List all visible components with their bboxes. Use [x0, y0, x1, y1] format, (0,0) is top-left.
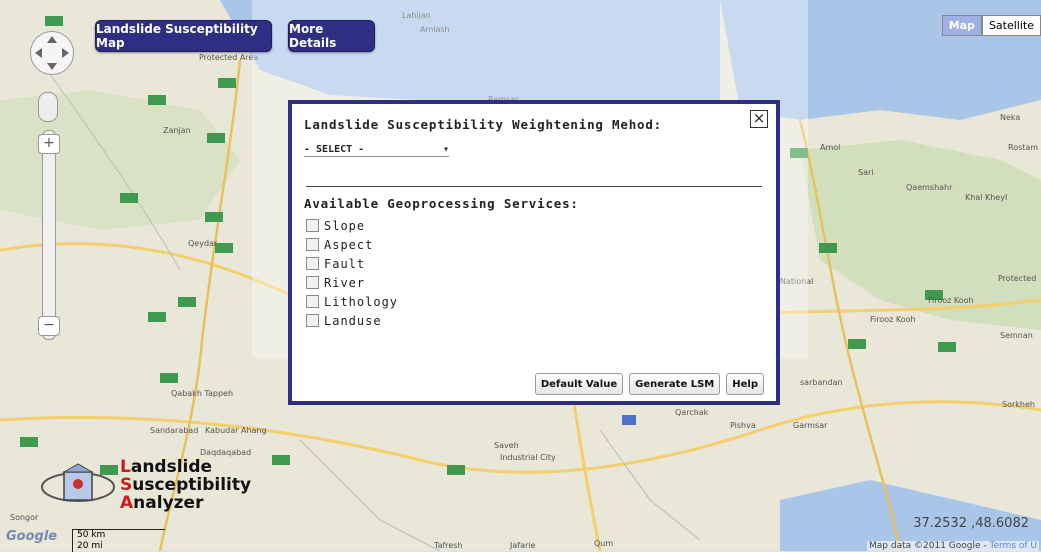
svg-text:Saveh: Saveh	[494, 441, 519, 450]
service-label: Fault	[324, 256, 366, 271]
svg-text:Khal Kheyl: Khal Kheyl	[965, 193, 1007, 202]
svg-text:Qabakh Tappeh: Qabakh Tappeh	[171, 389, 233, 398]
zoom-slider[interactable]	[42, 130, 56, 340]
google-logo[interactable]: Google	[6, 529, 57, 544]
pan-arrows-icon	[35, 36, 69, 70]
svg-text:Garmsar: Garmsar	[793, 421, 828, 430]
service-item[interactable]: Lithology	[306, 292, 398, 311]
checkbox[interactable]	[306, 295, 319, 308]
services-title: Available Geoprocessing Services:	[304, 196, 579, 211]
svg-text:Semnan: Semnan	[1000, 331, 1033, 340]
checkbox[interactable]	[306, 219, 319, 232]
svg-text:Sandarabad: Sandarabad	[150, 426, 198, 435]
service-label: Lithology	[324, 294, 399, 309]
map-type-map[interactable]: Map	[941, 15, 982, 36]
generate-lsm-button[interactable]: Generate LSM	[629, 373, 721, 395]
service-item[interactable]: River	[306, 273, 398, 292]
map-attribution: Map data ©2011 Google - Terms of U	[867, 541, 1039, 551]
checkbox[interactable]	[306, 257, 319, 270]
scale-bar: 50 km 20 mi	[72, 529, 165, 552]
svg-text:Qaemshahr: Qaemshahr	[906, 183, 953, 192]
help-button[interactable]: Help	[726, 373, 764, 395]
dialog-title: Landslide Susceptibility Weightening Meh…	[304, 117, 663, 132]
close-icon[interactable]: ×	[750, 110, 768, 128]
logo-icon	[41, 463, 115, 502]
svg-text:Pishva: Pishva	[730, 421, 756, 430]
coordinate-readout: 37.2532 ,48.6082	[913, 516, 1029, 531]
checkbox[interactable]	[306, 314, 319, 327]
map-type-satellite[interactable]: Satellite	[981, 15, 1041, 36]
zoom-in-button[interactable]: +	[38, 134, 60, 154]
svg-text:Amol: Amol	[820, 143, 840, 152]
service-item[interactable]: Aspect	[306, 235, 398, 254]
logo-line-2: Susceptibility	[120, 475, 252, 495]
service-label: Aspect	[324, 237, 374, 252]
svg-text:Zanjan: Zanjan	[163, 126, 191, 135]
svg-text:Firooz Kooh: Firooz Kooh	[928, 296, 974, 305]
svg-text:Sari: Sari	[858, 168, 874, 177]
divider	[306, 186, 762, 187]
logo-line-3: Analyzer	[120, 493, 204, 513]
svg-text:Industrial City: Industrial City	[500, 453, 556, 462]
service-label: Slope	[324, 218, 366, 233]
chevron-down-icon: ▾	[442, 143, 449, 155]
svg-text:Firooz Kooh: Firooz Kooh	[870, 315, 916, 324]
logo-line-1: Landslide	[120, 457, 213, 477]
pan-control[interactable]	[30, 31, 74, 75]
method-select-value: - SELECT -	[304, 143, 365, 155]
svg-text:Songor: Songor	[10, 513, 39, 522]
service-label: Landuse	[324, 313, 382, 328]
svg-text:Tafresh: Tafresh	[433, 541, 463, 550]
app-logo: Landslide Susceptibility Analyzer	[38, 452, 251, 522]
terms-link[interactable]: Terms of U	[990, 541, 1038, 551]
svg-text:Kabudar Ahang: Kabudar Ahang	[205, 426, 267, 435]
more-details-button[interactable]: More Details	[288, 20, 375, 52]
map-label: Protected Area	[199, 53, 258, 62]
svg-text:Protected: Protected	[998, 274, 1036, 283]
services-list: Slope Aspect Fault River Lithology Landu…	[306, 216, 398, 330]
svg-text:Neka: Neka	[1000, 113, 1020, 122]
checkbox[interactable]	[306, 276, 319, 289]
map-type-control: Map Satellite	[941, 15, 1041, 36]
svg-text:Jafarie: Jafarie	[509, 541, 535, 550]
service-item[interactable]: Landuse	[306, 311, 398, 330]
weighting-dialog: × Landslide Susceptibility Weightening M…	[288, 100, 780, 405]
scale-km: 50 km	[77, 530, 106, 540]
map-data-text: Map data ©2011 Google -	[869, 541, 990, 551]
svg-text:Qarchak: Qarchak	[675, 408, 709, 417]
svg-text:Rostam Kola: Rostam Kola	[1008, 143, 1041, 152]
zoom-out-button[interactable]: −	[38, 316, 60, 336]
checkbox[interactable]	[306, 238, 319, 251]
service-item[interactable]: Slope	[306, 216, 398, 235]
pegman-icon[interactable]	[38, 92, 58, 122]
scale-mi: 20 mi	[77, 541, 103, 551]
svg-text:Qeydar: Qeydar	[188, 239, 218, 248]
default-value-button[interactable]: Default Value	[534, 373, 624, 395]
method-select[interactable]: - SELECT - ▾	[304, 142, 449, 157]
svg-text:sarbandan: sarbandan	[800, 378, 842, 387]
dialog-buttons: Default Value Generate LSM Help	[534, 373, 764, 395]
svg-text:Qum: Qum	[594, 539, 613, 548]
landslide-map-button[interactable]: Landslide Susceptibility Map	[95, 20, 272, 52]
svg-text:Sorkheh: Sorkheh	[1002, 400, 1035, 409]
service-item[interactable]: Fault	[306, 254, 398, 273]
service-label: River	[324, 275, 366, 290]
